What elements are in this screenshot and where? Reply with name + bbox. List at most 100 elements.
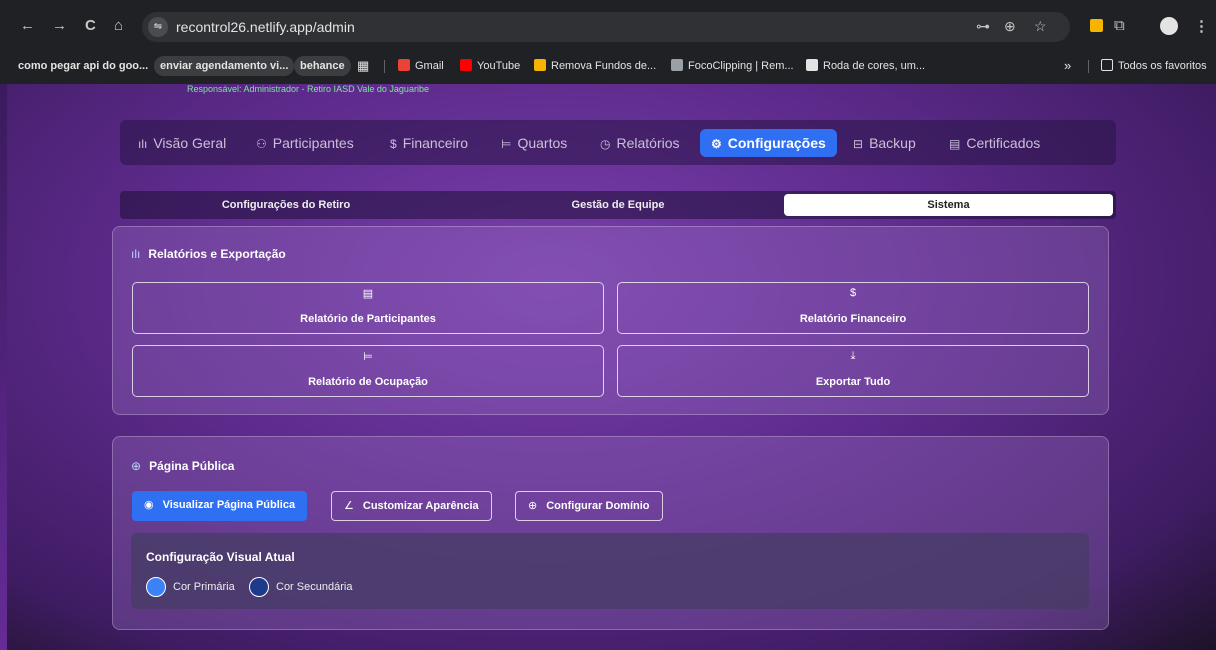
download-icon: ⤓ bbox=[850, 350, 856, 362]
bookmark-item[interactable]: como pegar api do goo... bbox=[18, 56, 148, 76]
dollar-icon: $ bbox=[849, 287, 857, 299]
home-icon[interactable]: ⌂ bbox=[114, 17, 123, 35]
bookmark-item-gmail[interactable]: Gmail bbox=[398, 56, 444, 76]
visual-config-panel: Configuração Visual Atual Cor Primária C… bbox=[131, 533, 1089, 609]
bookmark-item[interactable]: behance bbox=[294, 56, 351, 76]
forward-icon[interactable]: → bbox=[52, 17, 67, 35]
tab-certificados[interactable]: ▤ Certificados bbox=[949, 129, 1040, 157]
visual-config-title: Configuração Visual Atual bbox=[146, 550, 295, 564]
profile-avatar[interactable] bbox=[1160, 17, 1178, 35]
report-participants-button[interactable]: ▤ Relatório de Participantes bbox=[132, 282, 604, 334]
bookmark-item-youtube[interactable]: YouTube bbox=[460, 56, 520, 76]
tab-relatorios[interactable]: ◷ Relatórios bbox=[600, 129, 680, 157]
bookmark-label: FocoClipping | Rem... bbox=[688, 60, 794, 72]
public-card-title: ⊕ Página Pública bbox=[131, 459, 234, 473]
browser-chrome: ← → C ⌂ ⇋ recontrol26.netlify.app/admin … bbox=[0, 0, 1216, 84]
bookmark-label: Roda de cores, um... bbox=[823, 60, 926, 72]
bookmark-item[interactable]: enviar agendamento vi... bbox=[154, 56, 295, 76]
database-icon: ⊟ bbox=[853, 137, 864, 151]
bookmark-label: Gmail bbox=[415, 60, 444, 72]
bookmark-item-remove-bg[interactable]: Remova Fundos de... bbox=[534, 56, 656, 76]
reports-card-title: ılı Relatórios e Exportação bbox=[131, 247, 286, 261]
tab-backup[interactable]: ⊟ Backup bbox=[853, 129, 916, 157]
address-bar[interactable]: ⇋ recontrol26.netlify.app/admin ⊶ ⊕ ☆ bbox=[142, 12, 1070, 42]
view-public-page-button[interactable]: ◉ Visualizar Página Pública bbox=[132, 491, 308, 521]
url-text[interactable]: recontrol26.netlify.app/admin bbox=[176, 19, 355, 35]
subtab-gestao-equipe[interactable]: Gestão de Equipe bbox=[452, 194, 784, 216]
tab-label: Relatórios bbox=[616, 135, 680, 151]
extension-badge-icon[interactable] bbox=[1090, 19, 1103, 32]
folder-icon bbox=[1101, 59, 1113, 71]
apps-grid-icon[interactable]: ▦ bbox=[357, 56, 369, 76]
tab-label: Participantes bbox=[272, 135, 354, 151]
public-page-card: ⊕ Página Pública ◉ Visualizar Página Públi… bbox=[112, 436, 1109, 630]
users-icon: ⚇ bbox=[256, 137, 267, 151]
tab-label: Configurações bbox=[727, 135, 826, 151]
globe-icon: ⊕ bbox=[131, 459, 142, 473]
tab-label: Quartos bbox=[517, 135, 568, 151]
bookmark-separator bbox=[1088, 60, 1089, 73]
button-label: Configurar Domínio bbox=[546, 500, 650, 512]
secondary-color-swatch bbox=[249, 577, 269, 597]
bookmarks-bar: como pegar api do goo... enviar agendame… bbox=[0, 52, 1216, 80]
configure-domain-button[interactable]: ⊕ Configurar Domínio bbox=[515, 491, 663, 521]
remove-bg-icon bbox=[534, 59, 546, 71]
bookmark-label: YouTube bbox=[477, 60, 521, 72]
subtab-sistema[interactable]: Sistema bbox=[784, 194, 1113, 216]
back-icon[interactable]: ← bbox=[20, 17, 35, 35]
tab-visao-geral[interactable]: ılı Visão Geral bbox=[138, 129, 226, 157]
export-all-button[interactable]: ⤓ Exportar Tudo bbox=[617, 345, 1089, 397]
fococlipping-icon bbox=[671, 59, 683, 71]
tab-label: Visão Geral bbox=[153, 135, 227, 151]
reports-title-text: Relatórios e Exportação bbox=[148, 247, 286, 261]
bar-chart-icon: ılı bbox=[131, 247, 141, 261]
globe-icon: ⊕ bbox=[528, 500, 538, 512]
bookmark-label: Remova Fundos de... bbox=[551, 60, 657, 72]
page-content: Responsável: Administrador - Retiro IASD… bbox=[7, 84, 1216, 650]
tab-configuracoes[interactable]: ⚙ Configurações bbox=[700, 129, 837, 157]
password-key-icon[interactable]: ⊶ bbox=[976, 18, 990, 35]
primary-color-swatch bbox=[146, 577, 166, 597]
page-background: Responsável: Administrador - Retiro IASD… bbox=[0, 84, 1216, 650]
bookmark-item-roda-cores[interactable]: Roda de cores, um... bbox=[806, 56, 925, 76]
reload-icon[interactable]: C bbox=[85, 17, 96, 35]
pen-icon: ∠ bbox=[344, 500, 354, 512]
more-bookmarks-icon[interactable]: » bbox=[1064, 56, 1071, 76]
responsavel-text: Responsável: Administrador - Retiro IASD… bbox=[187, 84, 429, 94]
bookmark-separator bbox=[384, 60, 385, 73]
tab-label: Certificados bbox=[966, 135, 1041, 151]
tab-quartos[interactable]: ⊨ Quartos bbox=[501, 129, 567, 157]
zoom-icon[interactable]: ⊕ bbox=[1004, 18, 1016, 35]
tab-label: Backup bbox=[869, 135, 916, 151]
pie-chart-icon: ◷ bbox=[600, 137, 611, 151]
tab-participantes[interactable]: ⚇ Participantes bbox=[256, 129, 354, 157]
roda-cores-icon bbox=[806, 59, 818, 71]
report-financial-button[interactable]: $ Relatório Financeiro bbox=[617, 282, 1089, 334]
bookmark-item-fococlipping[interactable]: FocoClipping | Rem... bbox=[671, 56, 794, 76]
primary-color-label: Cor Primária bbox=[173, 581, 235, 593]
button-label: Relatório Financeiro bbox=[799, 313, 907, 325]
report-occupancy-button[interactable]: ⊨ Relatório de Ocupação bbox=[132, 345, 604, 397]
bed-icon: ⊨ bbox=[501, 137, 512, 151]
file-icon: ▤ bbox=[949, 137, 961, 151]
browser-menu-icon[interactable]: ⋮ bbox=[1194, 17, 1209, 35]
file-text-icon: ▤ bbox=[362, 288, 374, 300]
button-label: Relatório de Participantes bbox=[300, 313, 436, 325]
browser-toolbar: ← → C ⌂ ⇋ recontrol26.netlify.app/admin … bbox=[0, 8, 1216, 46]
bed-icon: ⊨ bbox=[363, 351, 373, 363]
customize-appearance-button[interactable]: ∠ Customizar Aparência bbox=[331, 491, 492, 521]
gmail-icon bbox=[398, 59, 410, 71]
tab-financeiro[interactable]: $ Financeiro bbox=[390, 129, 468, 157]
all-bookmarks-folder[interactable]: Todos os favoritos bbox=[1101, 56, 1207, 76]
youtube-icon bbox=[460, 59, 472, 71]
dollar-icon: $ bbox=[390, 137, 397, 151]
reports-card: ılı Relatórios e Exportação ▤ Relatório d… bbox=[112, 226, 1109, 415]
site-info-icon[interactable]: ⇋ bbox=[148, 17, 168, 37]
bookmark-star-icon[interactable]: ☆ bbox=[1034, 18, 1047, 35]
bar-chart-icon: ılı bbox=[138, 137, 148, 151]
extensions-icon[interactable]: ⧉ bbox=[1114, 17, 1125, 34]
subtab-configuracoes-retiro[interactable]: Configurações do Retiro bbox=[120, 194, 452, 216]
main-tabs: ılı Visão Geral ⚇ Participantes $ Financeir… bbox=[120, 120, 1116, 165]
gear-icon: ⚙ bbox=[711, 137, 722, 151]
button-label: Exportar Tudo bbox=[815, 376, 891, 388]
